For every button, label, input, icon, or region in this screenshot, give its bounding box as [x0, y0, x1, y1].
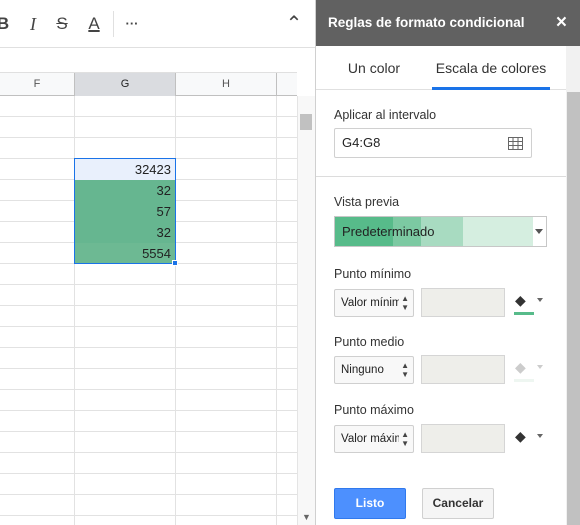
text-color-button[interactable]: A — [84, 10, 104, 38]
chevron-down-icon[interactable] — [535, 229, 543, 234]
conditional-format-panel: Reglas de formato condicional × Un color… — [315, 0, 580, 525]
fill-handle[interactable] — [172, 260, 178, 266]
min-color-swatch — [514, 312, 534, 315]
toolbar-divider — [113, 11, 114, 37]
preview-label: Vista previa — [334, 195, 400, 209]
fill-color-icon: ◆ — [515, 292, 526, 308]
mid-point-select[interactable]: Ninguno ▲ ▼ — [334, 356, 414, 384]
mid-point-label: Punto medio — [334, 335, 405, 349]
stepper-icon: ▲ ▼ — [401, 361, 409, 379]
column-headers: F G H — [0, 72, 297, 96]
min-point-label: Punto mínimo — [334, 267, 412, 281]
preview-text: Predeterminado — [342, 224, 435, 239]
panel-scrollbar-thumb[interactable] — [567, 92, 580, 525]
min-point-color-button[interactable]: ◆ — [514, 292, 543, 318]
panel-divider — [316, 176, 566, 177]
bold-button[interactable]: B — [0, 10, 10, 38]
sheet-vertical-scrollbar[interactable]: ▼ — [297, 96, 315, 525]
scroll-down-icon[interactable]: ▼ — [298, 512, 315, 522]
scrollbar-thumb[interactable] — [300, 114, 312, 130]
chevron-down-icon — [537, 434, 543, 438]
italic-button[interactable]: I — [24, 10, 42, 38]
cell-g8[interactable]: 5554 — [75, 243, 175, 264]
stepper-icon: ▲ ▼ — [401, 294, 409, 312]
range-label: Aplicar al intervalo — [334, 108, 437, 122]
min-point-value-field[interactable] — [421, 288, 505, 317]
mid-point-color-button: ◆ — [514, 359, 543, 385]
spreadsheet-grid[interactable]: 32423 32 57 32 5554 — [0, 96, 297, 525]
column-header-h[interactable]: H — [176, 73, 277, 96]
formatting-toolbar: B I S A ··· ⌃ — [0, 0, 315, 48]
more-options-button[interactable]: ··· — [121, 10, 143, 38]
mid-point-value-field — [421, 355, 505, 384]
chevron-down-icon — [537, 298, 543, 302]
max-point-label: Punto máximo — [334, 403, 414, 417]
done-button[interactable]: Listo — [334, 488, 406, 519]
fill-color-icon: ◆ — [515, 428, 526, 444]
color-scale-preview[interactable]: Predeterminado — [334, 216, 547, 247]
max-point-select[interactable]: Valor máximo ▲▼ — [334, 425, 414, 453]
max-point-value-field[interactable] — [421, 424, 505, 453]
close-icon[interactable]: × — [556, 0, 567, 46]
range-value: G4:G8 — [342, 135, 381, 150]
panel-title: Reglas de formato condicional — [328, 15, 525, 30]
stepper-icon: ▲ ▼ — [401, 430, 409, 448]
cell-g6[interactable]: 57 — [75, 201, 175, 222]
tab-single-color[interactable]: Un color — [316, 46, 432, 90]
range-input[interactable]: G4:G8 — [334, 128, 532, 158]
column-header-f[interactable]: F — [0, 73, 75, 96]
min-point-select[interactable]: Valor mínimo ▲▼ — [334, 289, 414, 317]
column-header-g[interactable]: G — [75, 73, 176, 96]
mid-color-swatch — [514, 379, 534, 382]
tab-color-scale[interactable]: Escala de colores — [432, 46, 550, 90]
max-point-color-button[interactable]: ◆ — [514, 428, 543, 454]
strikethrough-button[interactable]: S — [53, 10, 71, 38]
cell-g5[interactable]: 32 — [75, 180, 175, 201]
chevron-down-icon — [537, 365, 543, 369]
min-point-select-value: Valor mínimo — [341, 297, 399, 309]
panel-header: Reglas de formato condicional × — [316, 0, 580, 46]
cell-g4[interactable]: 32423 — [75, 159, 175, 180]
panel-scrollbar[interactable] — [566, 46, 580, 525]
max-point-select-value: Valor máximo — [341, 433, 399, 445]
collapse-toolbar-button[interactable]: ⌃ — [284, 10, 304, 38]
cancel-button[interactable]: Cancelar — [422, 488, 494, 519]
cell-g7[interactable]: 32 — [75, 222, 175, 243]
max-color-swatch — [514, 448, 534, 451]
select-range-icon[interactable] — [508, 137, 523, 150]
mid-point-select-value: Ninguno — [341, 364, 384, 376]
panel-tabs: Un color Escala de colores — [316, 46, 566, 90]
fill-color-icon: ◆ — [515, 359, 526, 375]
